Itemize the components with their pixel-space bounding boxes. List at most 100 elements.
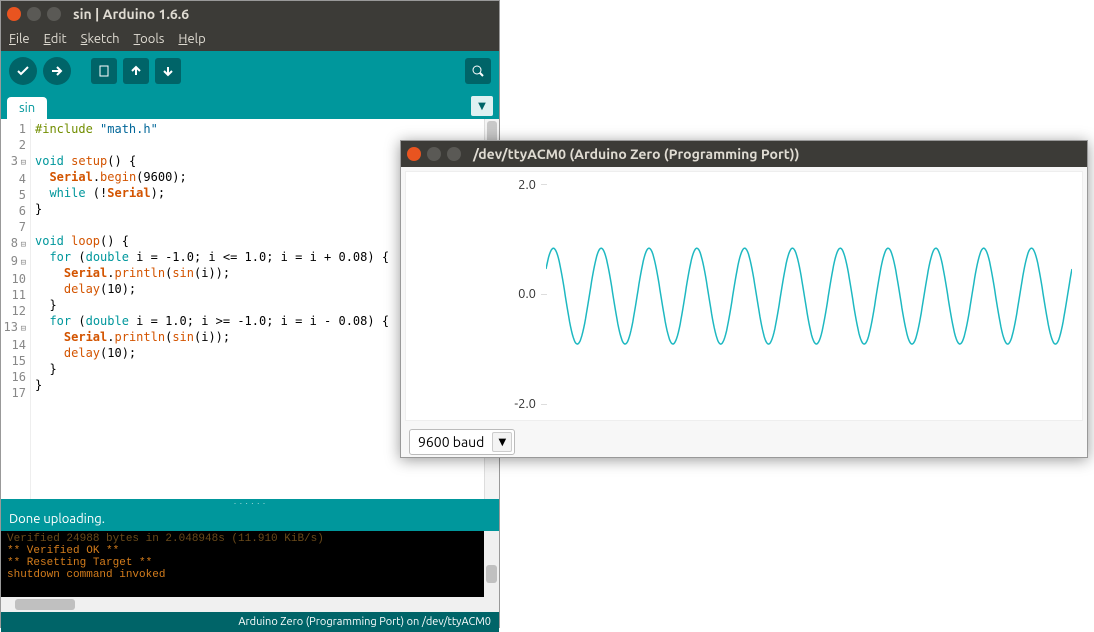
fold-icon[interactable]: ⊟ — [18, 255, 26, 271]
line-number: 11 — [1, 287, 26, 303]
y-tick-label: -2.0 — [496, 397, 536, 411]
line-number: 15 — [1, 353, 26, 369]
code-token: (10); — [100, 282, 136, 296]
menu-edit[interactable]: Edit — [44, 32, 67, 46]
window-title: sin | Arduino 1.6.6 — [73, 6, 189, 22]
code-token: Serial — [64, 266, 107, 280]
close-icon[interactable] — [7, 7, 21, 21]
code-token: (! — [86, 186, 108, 200]
menu-tools[interactable]: Tools — [134, 32, 165, 46]
tab-dropdown-icon[interactable]: ▼ — [471, 96, 493, 116]
line-number: 5 — [1, 187, 26, 203]
console: Verified 24988 bytes in 2.048948s (11.91… — [1, 531, 499, 597]
minimize-icon[interactable] — [27, 7, 41, 21]
code-token — [35, 346, 64, 360]
check-icon — [16, 64, 30, 78]
tab-sin[interactable]: sin — [7, 97, 47, 119]
maximize-icon[interactable] — [447, 147, 461, 161]
arrow-right-icon — [50, 64, 64, 78]
code-token: () { — [107, 154, 136, 168]
plotter-titlebar[interactable]: /dev/ttyACM0 (Arduino Zero (Programming … — [401, 141, 1087, 167]
status-bar: Done uploading. — [1, 507, 499, 531]
code-token: . — [107, 266, 114, 280]
scrollbar-thumb[interactable] — [15, 599, 75, 610]
plot-line — [546, 182, 1072, 410]
line-number: 12 — [1, 303, 26, 319]
code-token: } — [35, 202, 42, 216]
fold-icon[interactable]: ⊟ — [18, 321, 26, 337]
open-button[interactable] — [123, 58, 149, 84]
code-token: double — [86, 250, 129, 264]
scrollbar-thumb[interactable] — [486, 565, 497, 583]
code-token — [35, 170, 49, 184]
code-token: i = 1.0; i >= -1.0; i = i - 0.08) { — [129, 314, 389, 328]
maximize-icon[interactable] — [47, 7, 61, 21]
code-token — [35, 330, 64, 344]
fold-icon[interactable]: ⊟ — [18, 155, 26, 171]
line-number: 4 — [1, 171, 26, 187]
verify-button[interactable] — [9, 57, 37, 85]
menu-help[interactable]: Help — [178, 32, 205, 46]
code-token: void — [35, 234, 64, 248]
upload-button[interactable] — [43, 57, 71, 85]
magnifier-icon — [471, 64, 485, 78]
code-token: "math.h" — [100, 122, 158, 136]
code-token: . — [93, 170, 100, 184]
code-token: #include — [35, 122, 100, 136]
editor-gutter: 1 2 3⊟ 4 5 6 7 8⊟ 9⊟ 10 11 12 13⊟ 14 15 … — [1, 119, 31, 499]
console-line: ** Verified OK ** — [7, 545, 493, 557]
code-token: while — [49, 186, 85, 200]
code-token: } — [35, 362, 57, 376]
serial-monitor-button[interactable] — [465, 58, 491, 84]
line-number: 16 — [1, 369, 26, 385]
minimize-icon[interactable] — [427, 147, 441, 161]
line-number: 9 — [11, 254, 18, 268]
code-token — [35, 314, 49, 328]
close-icon[interactable] — [407, 147, 421, 161]
file-icon — [97, 64, 111, 78]
ide-titlebar[interactable]: sin | Arduino 1.6.6 — [1, 1, 499, 27]
save-button[interactable] — [155, 58, 181, 84]
y-tick-label: 0.0 — [496, 287, 536, 301]
code-token: ); — [151, 186, 165, 200]
line-number: 1 — [1, 121, 26, 137]
new-button[interactable] — [91, 58, 117, 84]
baud-rate-select[interactable]: 9600 baud ▼ — [409, 429, 515, 455]
toolbar — [1, 51, 499, 91]
code-token: println — [115, 330, 166, 344]
fold-icon[interactable]: ⊟ — [18, 237, 26, 253]
arrow-down-icon — [161, 64, 175, 78]
code-area[interactable]: #include "math.h" void setup() { Serial.… — [31, 119, 393, 499]
code-token — [35, 282, 64, 296]
line-number: 8 — [11, 236, 18, 250]
console-line: shutdown command invoked — [7, 569, 493, 581]
code-token: void — [35, 154, 64, 168]
line-number: 17 — [1, 385, 26, 401]
code-token: (i)); — [194, 330, 230, 344]
chevron-down-icon[interactable]: ▼ — [492, 432, 512, 452]
console-vscrollbar[interactable] — [484, 531, 499, 597]
menu-sketch[interactable]: Sketch — [81, 32, 120, 46]
code-token: } — [35, 298, 57, 312]
code-token: delay — [64, 282, 100, 296]
plotter-toolbar: 9600 baud ▼ — [401, 425, 1087, 459]
code-token: i = -1.0; i <= 1.0; i = i + 0.08) { — [129, 250, 389, 264]
line-number: 13 — [4, 320, 18, 334]
code-token: (9600); — [136, 170, 187, 184]
code-token: (i)); — [194, 266, 230, 280]
plotter-title: /dev/ttyACM0 (Arduino Zero (Programming … — [473, 146, 799, 162]
console-hscrollbar[interactable] — [1, 597, 499, 612]
code-token: . — [107, 330, 114, 344]
code-token: setup — [64, 154, 107, 168]
code-token — [35, 266, 64, 280]
code-token — [35, 250, 49, 264]
footer-bar: Arduino Zero (Programming Port) on /dev/… — [1, 612, 499, 632]
line-number: 2 — [1, 137, 26, 153]
serial-plotter-window: /dev/ttyACM0 (Arduino Zero (Programming … — [400, 140, 1088, 458]
menu-file[interactable]: File — [9, 32, 30, 46]
footer-text: Arduino Zero (Programming Port) on /dev/… — [238, 616, 491, 628]
code-token: double — [86, 314, 129, 328]
code-token: ( — [71, 314, 85, 328]
splitter-handle[interactable]: · · · · · · — [1, 499, 499, 507]
line-number: 7 — [1, 219, 26, 235]
